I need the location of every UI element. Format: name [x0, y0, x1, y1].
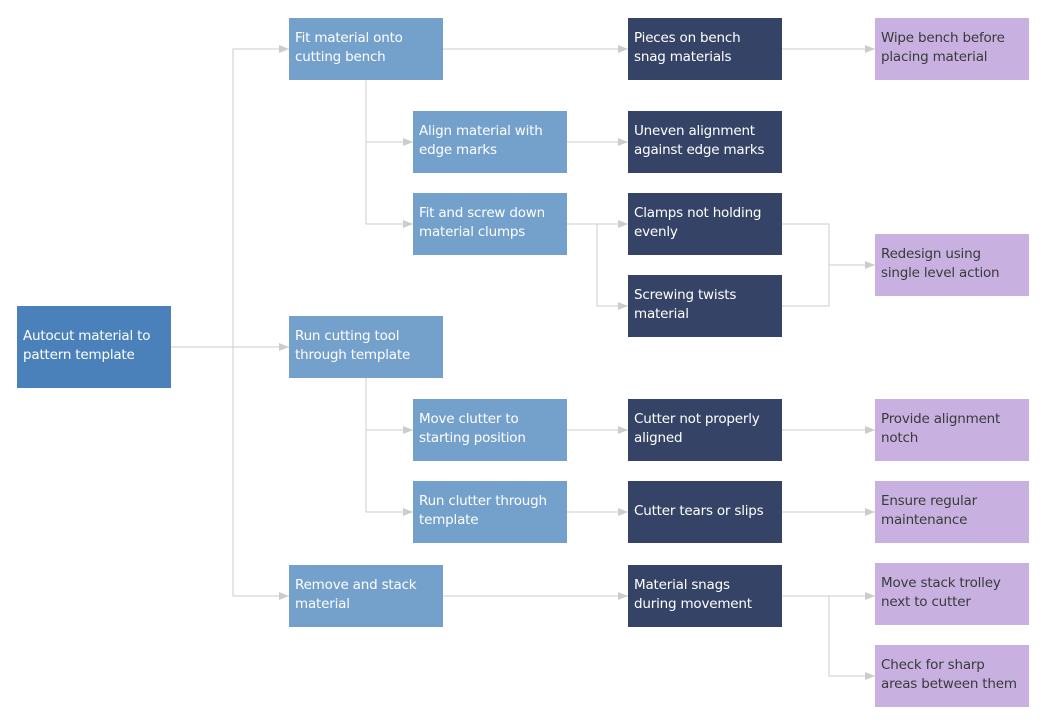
solution-label: Wipe bench before placing material: [881, 30, 1005, 65]
root-label: Autocut material to pattern template: [23, 328, 151, 363]
cause-node-screwing-twists[interactable]: Screwing twists material: [628, 275, 782, 337]
step-node-fit-screw-clumps[interactable]: Fit and screw down material clumps: [413, 193, 567, 255]
cause-label: Cutter not properly aligned: [634, 411, 760, 446]
connector-s1b-c4: [596, 224, 628, 310]
cause-node-material-snags[interactable]: Material snags during movement: [628, 565, 782, 627]
step-node-run-cutting-tool[interactable]: Run cutting tool through template: [289, 316, 443, 378]
solution-label: Ensure regular maintenance: [881, 493, 977, 528]
cause-node-clamps-uneven[interactable]: Clamps not holding evenly: [628, 193, 782, 255]
connector-root-s1: [171, 45, 289, 348]
step-label: Run clutter through template: [419, 493, 547, 528]
step-node-run-clutter[interactable]: Run clutter through template: [413, 481, 567, 543]
connector-s1-s1b: [365, 142, 413, 228]
cause-node-pieces-snag[interactable]: Pieces on bench snag materials: [628, 18, 782, 80]
step-node-align-material[interactable]: Align material with edge marks: [413, 111, 567, 173]
solution-node-move-trolley[interactable]: Move stack trolley next to cutter: [875, 563, 1029, 625]
cause-label: Material snags during movement: [634, 577, 752, 612]
solution-node-alignment-notch[interactable]: Provide alignment notch: [875, 399, 1029, 461]
solution-label: Provide alignment notch: [881, 411, 1001, 446]
step-label: Move clutter to starting position: [419, 411, 526, 446]
step-label: Fit material onto cutting bench: [295, 30, 403, 65]
solution-label: Check for sharp areas between them: [881, 657, 1017, 692]
cause-label: Cutter tears or slips: [634, 502, 764, 519]
step-label: Fit and screw down material clumps: [419, 205, 545, 240]
solution-node-wipe-bench[interactable]: Wipe bench before placing material: [875, 18, 1029, 80]
step-node-fit-material[interactable]: Fit material onto cutting bench: [289, 18, 443, 80]
cause-label: Clamps not holding evenly: [634, 205, 762, 240]
connector-s2-s2b: [365, 430, 413, 516]
connector-root-s3: [232, 347, 289, 600]
root-node[interactable]: Autocut material to pattern template: [17, 306, 171, 388]
step-label: Align material with edge marks: [419, 123, 543, 158]
step-node-remove-stack[interactable]: Remove and stack material: [289, 565, 443, 627]
connector-c7-f6: [828, 596, 875, 680]
solution-node-maintenance[interactable]: Ensure regular maintenance: [875, 481, 1029, 543]
step-label: Remove and stack material: [295, 577, 417, 612]
cause-node-uneven-alignment[interactable]: Uneven alignment against edge marks: [628, 111, 782, 173]
solution-node-check-sharp-areas[interactable]: Check for sharp areas between them: [875, 645, 1029, 707]
step-node-move-clutter[interactable]: Move clutter to starting position: [413, 399, 567, 461]
solution-node-redesign[interactable]: Redesign using single level action: [875, 234, 1029, 296]
step-label: Run cutting tool through template: [295, 328, 411, 363]
cause-node-cutter-tears[interactable]: Cutter tears or slips: [628, 481, 782, 543]
cause-label: Uneven alignment against edge marks: [634, 123, 765, 158]
cause-label: Screwing twists material: [634, 287, 737, 322]
cause-node-cutter-misaligned[interactable]: Cutter not properly aligned: [628, 399, 782, 461]
connector-c3-f2: [782, 223, 830, 307]
cause-label: Pieces on bench snag materials: [634, 30, 741, 65]
solution-label: Move stack trolley next to cutter: [881, 575, 1001, 610]
connector-s2-s2a: [365, 378, 413, 434]
connector-s1-s1a: [365, 80, 413, 146]
solution-label: Redesign using single level action: [881, 246, 1000, 281]
